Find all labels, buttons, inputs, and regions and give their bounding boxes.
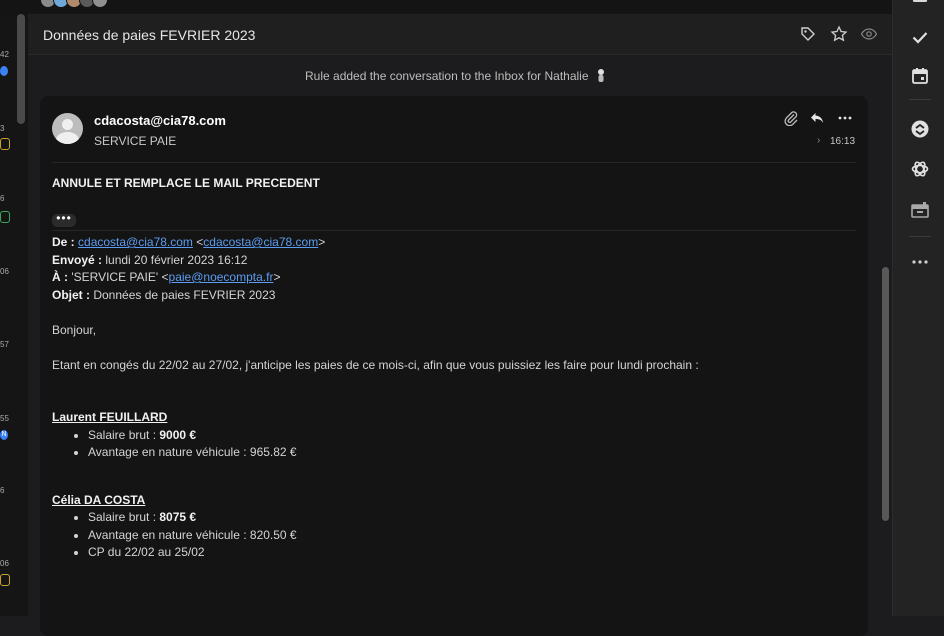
reply-icon[interactable] xyxy=(809,110,825,126)
fwd-from-link[interactable]: cdacosta@cia78.com xyxy=(78,235,193,249)
fwd-to-link[interactable]: paie@noecompta.fr xyxy=(169,270,274,284)
message-card: cdacosta@cia78.com SERVICE PAIE › 16:13 … xyxy=(40,96,868,636)
rule-notice-text: Rule added the conversation to the Inbox… xyxy=(305,69,589,83)
message-body: De : cdacosta@cia78.com <cdacosta@cia78.… xyxy=(52,234,852,562)
conversation-scrollbar[interactable] xyxy=(881,55,889,616)
salary-value: 8075 € xyxy=(159,510,197,524)
employee-details: Salaire brut : 8075 € Avantage en nature… xyxy=(52,509,852,562)
scrollbar-thumb[interactable] xyxy=(882,267,889,521)
participant-avatars[interactable] xyxy=(40,0,108,8)
openai-icon[interactable] xyxy=(910,159,930,179)
fwd-bracket: > xyxy=(318,235,326,249)
show-quoted-button[interactable]: ••• xyxy=(52,212,76,227)
conversation-header: Données de paies FEVRIER 2023 xyxy=(28,14,892,55)
chevron-right-icon[interactable]: › xyxy=(817,135,820,146)
greeting: Bonjour, xyxy=(52,322,97,337)
fwd-sent-line: Envoyé : lundi 20 février 2023 16:12 xyxy=(52,252,852,270)
list-item-count: 42 xyxy=(0,50,9,59)
eye-icon[interactable] xyxy=(860,25,878,43)
fwd-to-name: 'SERVICE PAIE' < xyxy=(71,270,169,284)
calendar-icon[interactable] xyxy=(910,66,930,86)
user-avatar-icon xyxy=(597,69,604,82)
list-item-count: 6 xyxy=(0,486,5,495)
top-strip xyxy=(0,0,892,14)
salary-value: 9000 € xyxy=(159,427,197,442)
avatar-head xyxy=(62,119,73,130)
list-item-indicator xyxy=(0,66,8,76)
intro-paragraph: Etant en congés du 22/02 au 27/02, j'ant… xyxy=(52,357,699,372)
sync-icon[interactable] xyxy=(910,119,930,139)
divider xyxy=(52,162,856,163)
rail-divider xyxy=(909,236,931,237)
message-list-edge: 42 3 6 06 57 55 N 6 06 xyxy=(0,14,28,616)
salary-label: Salaire brut : xyxy=(88,427,160,442)
right-rail xyxy=(892,0,944,616)
conversation-title: Données de paies FEVRIER 2023 xyxy=(43,27,256,43)
rail-divider xyxy=(909,99,931,100)
rule-notice: Rule added the conversation to the Inbox… xyxy=(305,68,607,83)
fwd-sent-label: Envoyé : xyxy=(52,252,103,267)
list-item: Salaire brut : 9000 € xyxy=(88,427,852,445)
fwd-to-line: À : 'SERVICE PAIE' <paie@noecompta.fr> xyxy=(52,269,852,287)
fwd-subject-label: Objet : xyxy=(52,287,90,302)
list-item: CP du 22/02 au 25/02 xyxy=(88,544,852,562)
list-item: Avantage en nature véhicule : 820.50 € xyxy=(88,527,852,545)
archive-icon[interactable] xyxy=(910,200,930,220)
list-item-count: 06 xyxy=(0,267,9,276)
list-item: Salaire brut : 8075 € xyxy=(88,509,852,527)
check-icon[interactable] xyxy=(910,27,930,47)
list-item-count: 55 xyxy=(0,414,9,423)
recipient-name[interactable]: SERVICE PAIE xyxy=(94,134,176,148)
sender-address[interactable]: cdacosta@cia78.com xyxy=(94,113,226,128)
fwd-subject-value: Données de paies FEVRIER 2023 xyxy=(93,287,276,302)
fwd-subject-line: Objet : Données de paies FEVRIER 2023 xyxy=(52,287,852,305)
message-list-scrollbar[interactable] xyxy=(17,14,25,124)
list-item-tag xyxy=(0,138,10,150)
list-item-tag xyxy=(0,574,10,586)
divider xyxy=(52,230,856,231)
archive-box-icon[interactable] xyxy=(910,0,930,14)
tag-icon[interactable] xyxy=(799,25,817,43)
list-item-tag xyxy=(0,211,10,223)
list-item-badge: N xyxy=(0,430,8,440)
list-item-count: 06 xyxy=(0,559,9,568)
fwd-sent-value: lundi 20 février 2023 16:12 xyxy=(105,252,248,267)
salary-label: Salaire brut : xyxy=(88,510,160,524)
sender-avatar[interactable] xyxy=(52,113,83,144)
fwd-to-label: À : xyxy=(52,270,68,284)
message-time: 16:13 xyxy=(830,136,856,147)
list-item-count: 57 xyxy=(0,340,9,349)
avatar[interactable] xyxy=(92,0,108,8)
more-icon[interactable] xyxy=(837,110,853,126)
employee-name: Laurent FEUILLARD xyxy=(52,410,168,424)
star-icon[interactable] xyxy=(830,25,848,43)
attachment-icon[interactable] xyxy=(783,110,799,126)
list-item-count: 6 xyxy=(0,194,5,203)
employee-details: Salaire brut : 9000 € Avantage en nature… xyxy=(52,427,852,462)
list-item-count: 3 xyxy=(0,124,5,133)
fwd-from-line: De : cdacosta@cia78.com <cdacosta@cia78.… xyxy=(52,234,852,252)
fwd-from-link-2[interactable]: cdacosta@cia78.com xyxy=(203,235,318,249)
fwd-bracket: > xyxy=(273,270,281,284)
more-horizontal-icon[interactable] xyxy=(910,252,930,272)
list-item: Avantage en nature véhicule : 965.82 € xyxy=(88,444,852,462)
employee-name: Célia DA COSTA xyxy=(52,492,146,507)
avatar-body xyxy=(56,132,79,144)
message-subject-line: ANNULE ET REMPLACE LE MAIL PRECEDENT xyxy=(52,176,320,190)
fwd-from-label: De : xyxy=(52,235,75,249)
